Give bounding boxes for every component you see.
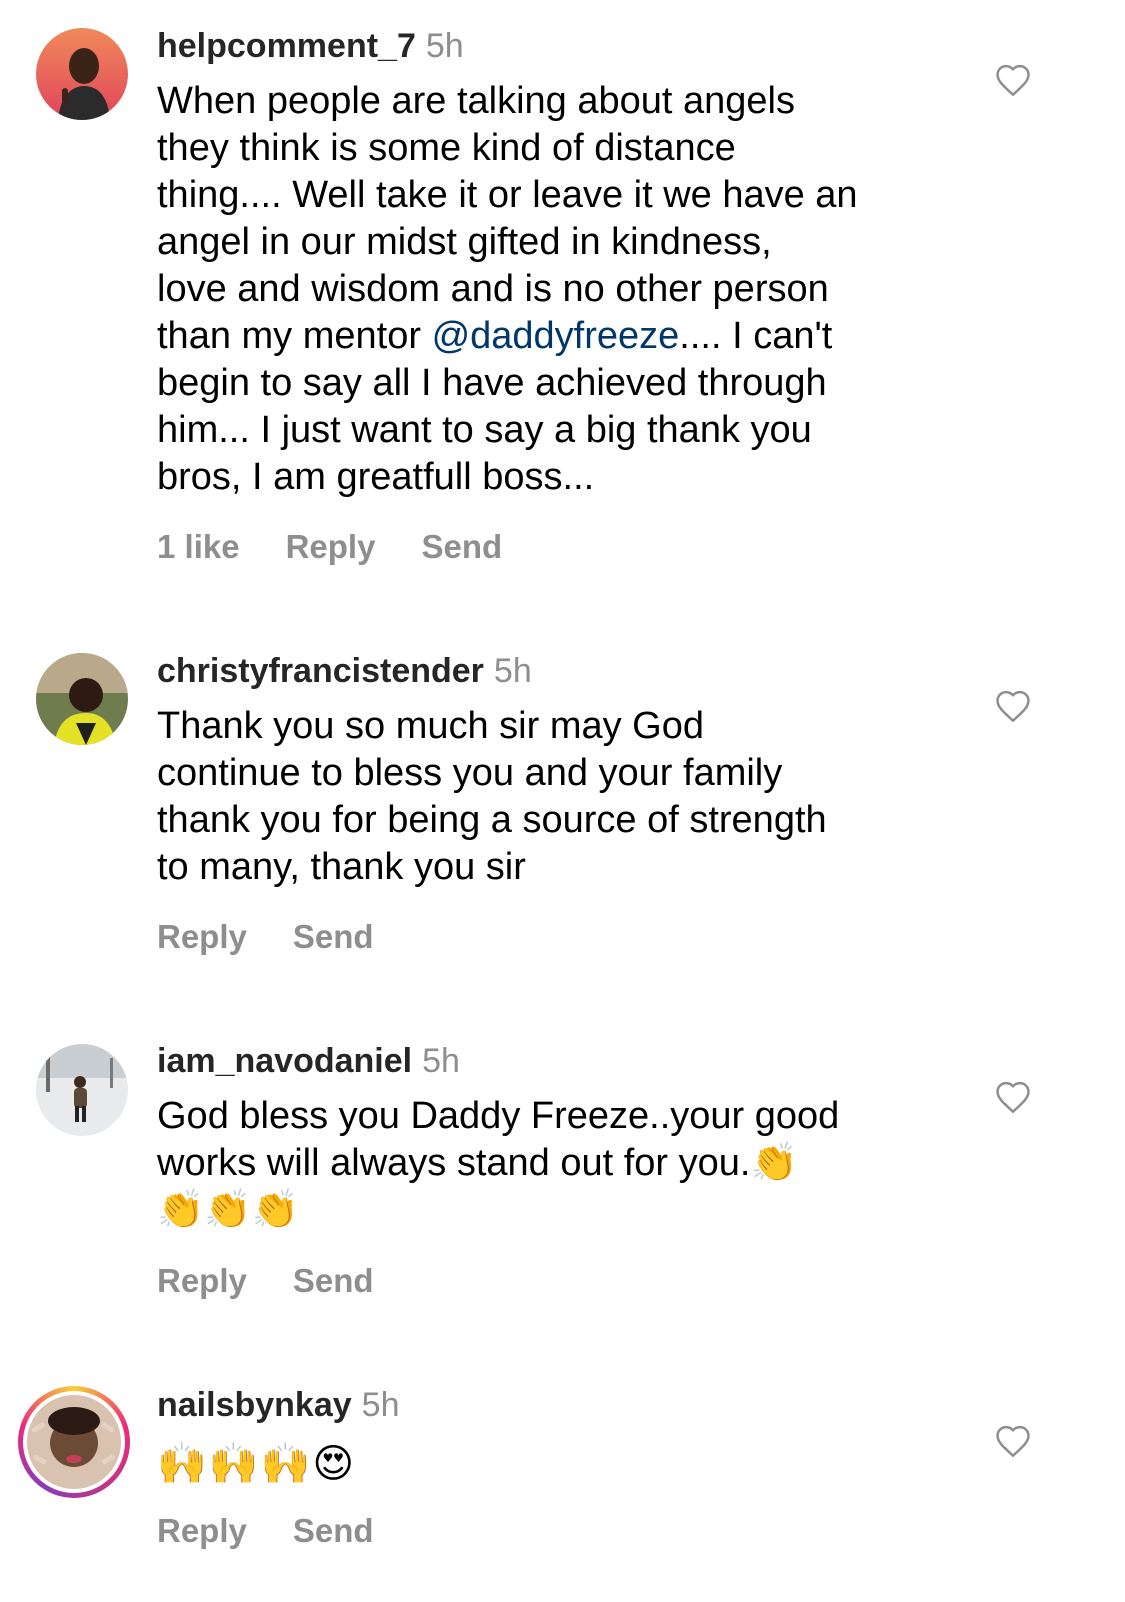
username[interactable]: nailsbynkay [157, 1386, 352, 1424]
comment-text: When people are talking about angels the… [157, 78, 957, 501]
timestamp: 5h [493, 652, 532, 690]
comment-actions: Reply Send [157, 1262, 420, 1300]
username[interactable]: iam_navodaniel [157, 1042, 412, 1080]
send-button[interactable]: Send [421, 528, 502, 565]
avatar[interactable] [36, 1044, 128, 1136]
heart-outline-icon[interactable] [994, 1080, 1032, 1114]
username[interactable]: christyfrancistender [157, 652, 484, 690]
comment-text: Thank you so much sir may God continue t… [157, 705, 827, 888]
send-button[interactable]: Send [293, 1512, 374, 1549]
avatar[interactable] [27, 1395, 121, 1489]
comment-header: helpcomment_7 5h [157, 26, 464, 66]
reply-button[interactable]: Reply [157, 918, 247, 955]
comment-text: God bless you Daddy Freeze..your good wo… [157, 1095, 840, 1231]
heart-outline-icon[interactable] [994, 63, 1032, 97]
comment-actions: 1 like Reply Send [157, 528, 548, 566]
comment-header: nailsbynkay 5h [157, 1385, 399, 1425]
timestamp: 5h [425, 27, 464, 65]
comment-text: 🙌🙌🙌😍 [157, 1441, 357, 1487]
reply-button[interactable]: Reply [286, 528, 376, 565]
username[interactable]: helpcomment_7 [157, 27, 416, 65]
story-ring[interactable] [18, 1386, 130, 1498]
heart-outline-icon[interactable] [994, 1424, 1032, 1458]
reply-button[interactable]: Reply [157, 1262, 247, 1299]
comment-actions: Reply Send [157, 1512, 420, 1550]
mention-link[interactable]: @daddyfreeze [432, 315, 680, 357]
timestamp: 5h [422, 1042, 460, 1080]
timestamp: 5h [361, 1386, 400, 1424]
avatar[interactable] [36, 653, 128, 745]
send-button[interactable]: Send [293, 918, 374, 955]
reply-button[interactable]: Reply [157, 1512, 247, 1549]
heart-outline-icon[interactable] [994, 689, 1032, 723]
avatar[interactable] [36, 28, 128, 120]
send-button[interactable]: Send [293, 1262, 374, 1299]
comment-actions: Reply Send [157, 918, 420, 956]
like-count[interactable]: 1 like [157, 528, 240, 565]
comment-header: iam_navodaniel 5h [157, 1041, 460, 1081]
comment-header: christyfrancistender 5h [157, 651, 532, 691]
